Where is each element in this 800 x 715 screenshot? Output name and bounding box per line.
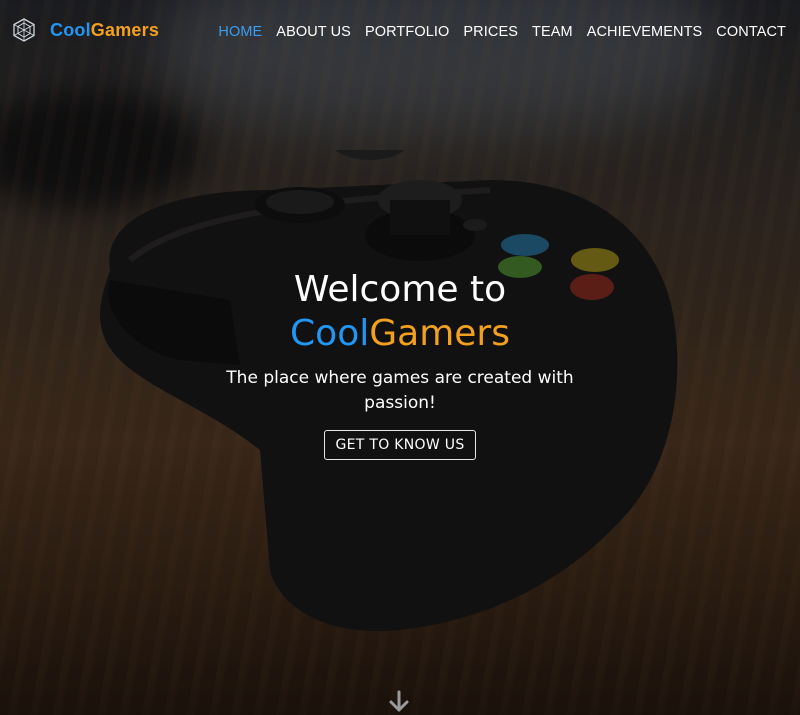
hero-title-cool: Cool [290, 313, 370, 354]
nav-about-us[interactable]: ABOUT US [276, 24, 351, 40]
hero-section: CoolGamers HOME ABOUT US PORTFOLIO PRICE… [0, 0, 800, 715]
hero-subtitle: The place where games are created with p… [226, 368, 574, 413]
nav-achievements[interactable]: ACHIEVEMENTS [587, 24, 703, 40]
nav-portfolio[interactable]: PORTFOLIO [365, 24, 449, 40]
hexagon-logo-icon [13, 18, 35, 42]
hero-title-line1: Welcome to [293, 269, 507, 310]
brand-name: CoolGamers [50, 20, 159, 41]
hero-title-line2: CoolGamers [0, 312, 800, 356]
hero-title-gamers: Gamers [369, 313, 510, 354]
nav-home[interactable]: HOME [218, 24, 262, 40]
nav-team[interactable]: TEAM [532, 24, 573, 40]
nav-prices[interactable]: PRICES [463, 24, 518, 40]
hero-content: Welcome to CoolGamers The place where ga… [0, 268, 800, 460]
brand-name-gamers: Gamers [90, 19, 160, 40]
navbar: CoolGamers HOME ABOUT US PORTFOLIO PRICE… [0, 0, 800, 68]
nav-contact[interactable]: CONTACT [716, 24, 786, 40]
brand-name-cool: Cool [50, 19, 91, 40]
get-to-know-us-button[interactable]: GET TO KNOW US [324, 430, 476, 460]
main-nav: HOME ABOUT US PORTFOLIO PRICES TEAM ACHI… [204, 24, 786, 40]
brand-logo[interactable]: CoolGamers [12, 17, 159, 43]
arrow-down-icon[interactable] [388, 690, 410, 714]
